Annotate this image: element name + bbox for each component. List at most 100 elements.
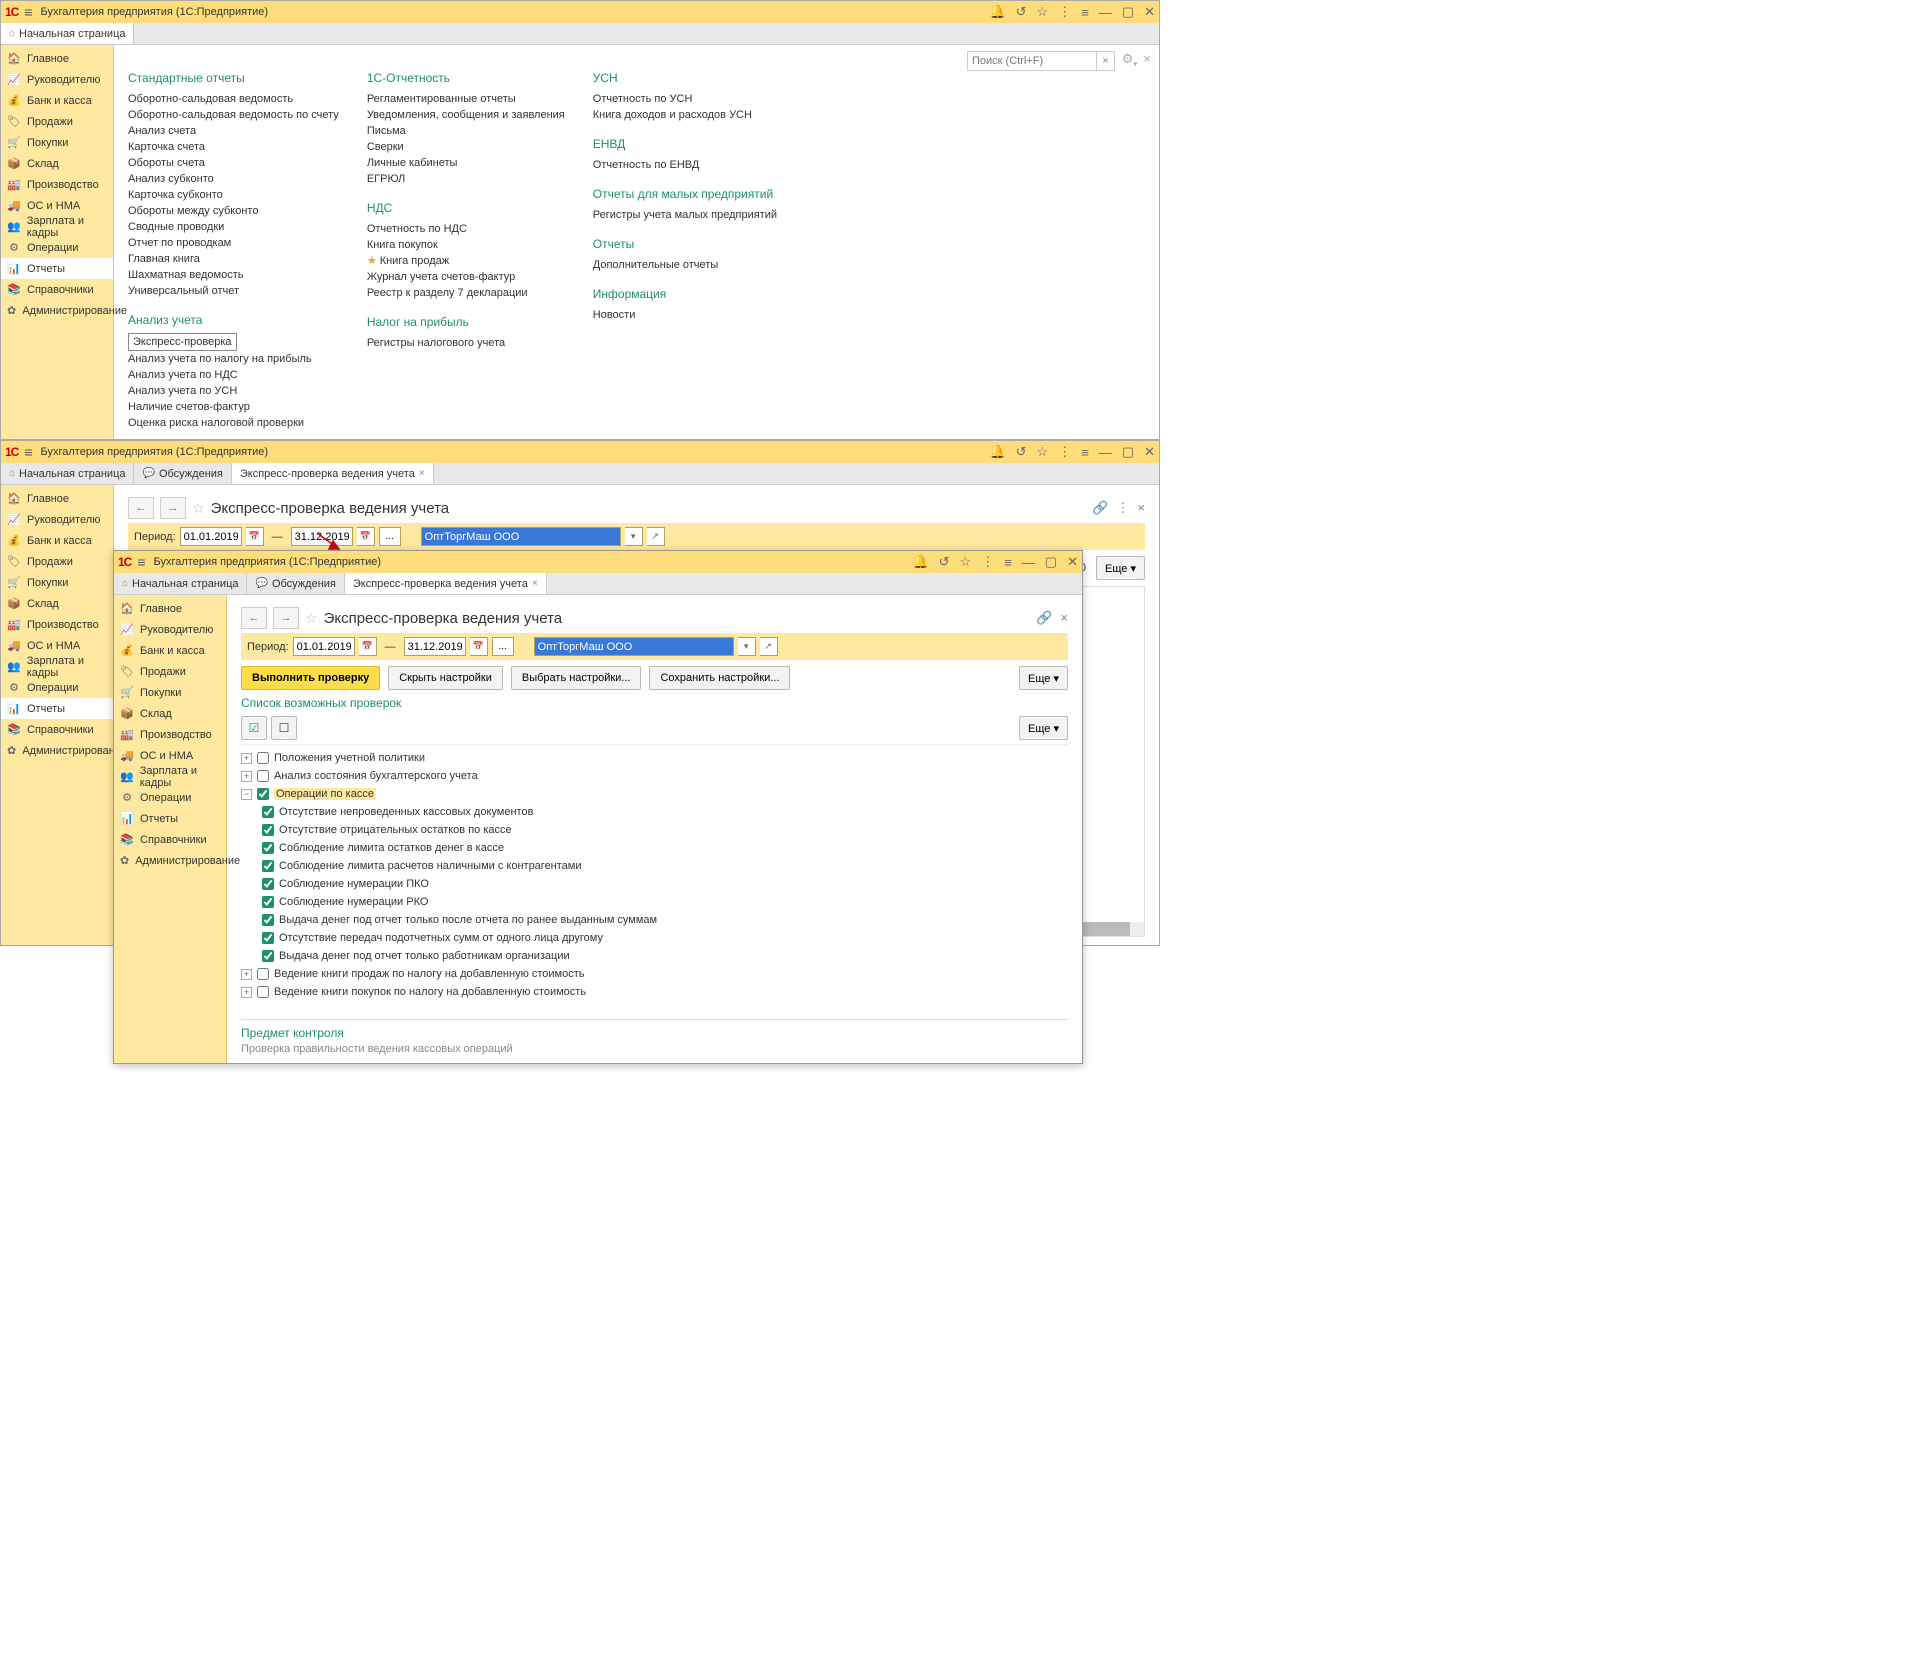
report-link[interactable]: Сверки <box>367 139 565 155</box>
sidebar-item-10[interactable]: 📊Отчеты <box>114 808 226 829</box>
check-group[interactable] <box>257 770 269 782</box>
report-link[interactable]: Обороты счета <box>128 155 339 171</box>
sidebar-item-1[interactable]: 📈Руководителю <box>1 509 113 530</box>
report-link[interactable]: Карточка субконто <box>128 187 339 203</box>
report-link[interactable]: ЕГРЮЛ <box>367 171 565 187</box>
sidebar-item-0[interactable]: 🏠Главное <box>1 488 113 509</box>
tab-discuss[interactable]: 💬 Обсуждения <box>134 463 231 484</box>
report-link[interactable]: Новости <box>593 307 777 323</box>
bell-icon[interactable]: 🔔 <box>989 4 1005 20</box>
favorite-icon[interactable]: ☆ <box>192 500 205 517</box>
nav-back-icon[interactable]: ← <box>241 607 267 629</box>
check-item[interactable] <box>262 824 274 836</box>
org-input[interactable] <box>534 637 734 656</box>
date-from-input[interactable] <box>293 637 355 656</box>
open-ref-icon[interactable]: ↗ <box>760 637 778 656</box>
expand-icon[interactable]: + <box>241 969 252 980</box>
check-all-icon[interactable]: ☑ <box>241 716 267 740</box>
favorite-icon[interactable]: ☆ <box>305 610 318 627</box>
dot-icon[interactable]: ⋮ <box>1058 4 1071 20</box>
sidebar-item-8[interactable]: 👥Зарплата и кадры <box>1 216 113 237</box>
check-item[interactable] <box>262 914 274 926</box>
sidebar-item-4[interactable]: 🛒Покупки <box>1 132 113 153</box>
sidebar-item-2[interactable]: 💰Банк и касса <box>1 90 113 111</box>
sidebar-item-1[interactable]: 📈Руководителю <box>114 619 226 640</box>
history-icon[interactable]: ↺ <box>939 554 950 570</box>
nav-fwd-icon[interactable]: → <box>160 497 186 519</box>
check-item[interactable] <box>262 896 274 908</box>
expand-icon[interactable]: + <box>241 771 252 782</box>
check-group[interactable] <box>257 752 269 764</box>
dot-icon[interactable]: ⋮ <box>1058 444 1071 460</box>
report-link[interactable]: Регламентированные отчеты <box>367 91 565 107</box>
check-group[interactable] <box>257 788 269 800</box>
hide-settings-button[interactable]: Скрыть настройки <box>388 666 503 690</box>
check-item[interactable] <box>262 878 274 890</box>
burger-icon[interactable]: ≡ <box>137 554 145 570</box>
report-link[interactable]: Карточка счета <box>128 139 339 155</box>
report-link[interactable]: Регистры учета малых предприятий <box>593 207 777 223</box>
report-link[interactable]: Главная книга <box>128 251 339 267</box>
sidebar-item-2[interactable]: 💰Банк и касса <box>1 530 113 551</box>
list-icon[interactable]: ≡ <box>1004 555 1012 570</box>
maximize-icon[interactable]: ▢ <box>1122 444 1134 460</box>
more-button[interactable]: Еще ▾ <box>1019 666 1068 690</box>
nav-back-icon[interactable]: ← <box>128 497 154 519</box>
maximize-icon[interactable]: ▢ <box>1122 4 1134 20</box>
close-icon[interactable]: ✕ <box>1144 444 1155 460</box>
report-link[interactable]: Обороты между субконто <box>128 203 339 219</box>
tab-close-icon[interactable]: × <box>532 578 538 589</box>
close-icon[interactable]: ✕ <box>1067 554 1078 570</box>
tab-discuss[interactable]: 💬 Обсуждения <box>247 573 344 594</box>
report-link[interactable]: Книга доходов и расходов УСН <box>593 107 777 123</box>
report-link[interactable]: Анализ субконто <box>128 171 339 187</box>
run-check-button[interactable]: Выполнить проверку <box>241 666 380 690</box>
report-link[interactable]: ★Книга продаж <box>367 253 565 269</box>
report-link[interactable]: Отчетность по НДС <box>367 221 565 237</box>
dropdown-icon[interactable]: ▾ <box>625 527 643 546</box>
minimize-icon[interactable]: — <box>1099 5 1112 20</box>
tab-express[interactable]: Экспресс-проверка ведения учета × <box>232 463 434 484</box>
uncheck-all-icon[interactable]: ☐ <box>271 716 297 740</box>
expand-icon[interactable]: + <box>241 987 252 998</box>
collapse-icon[interactable]: − <box>241 789 252 800</box>
search-input[interactable] <box>967 51 1097 71</box>
report-link[interactable]: Письма <box>367 123 565 139</box>
close-icon[interactable]: ✕ <box>1144 4 1155 20</box>
minimize-icon[interactable]: — <box>1099 445 1112 460</box>
sidebar-item-3[interactable]: 🏷Продажи <box>114 661 226 682</box>
report-link[interactable]: Отчетность по ЕНВД <box>593 157 777 173</box>
report-link[interactable]: Дополнительные отчеты <box>593 257 777 273</box>
express-check-link[interactable]: Экспресс-проверка <box>128 333 237 351</box>
history-icon[interactable]: ↺ <box>1016 4 1027 20</box>
sidebar-item-5[interactable]: 📦Склад <box>1 593 113 614</box>
report-link[interactable]: Анализ счета <box>128 123 339 139</box>
star-icon[interactable]: ☆ <box>1037 4 1049 20</box>
save-settings-button[interactable]: Сохранить настройки... <box>649 666 790 690</box>
sidebar-item-10[interactable]: 📊Отчеты <box>1 698 113 719</box>
check-item[interactable] <box>262 842 274 854</box>
sidebar-item-12[interactable]: ✿Администрирование <box>114 850 226 871</box>
sidebar-item-8[interactable]: 👥Зарплата и кадры <box>1 656 113 677</box>
report-link[interactable]: Уведомления, сообщения и заявления <box>367 107 565 123</box>
report-link[interactable]: Журнал учета счетов-фактур <box>367 269 565 285</box>
history-icon[interactable]: ↺ <box>1016 444 1027 460</box>
report-link[interactable]: Регистры налогового учета <box>367 335 565 351</box>
sidebar-item-6[interactable]: 🏭Производство <box>1 174 113 195</box>
sidebar-item-11[interactable]: 📚Справочники <box>1 279 113 300</box>
report-link[interactable]: Оборотно-сальдовая ведомость <box>128 91 339 107</box>
sidebar-item-0[interactable]: 🏠Главное <box>114 598 226 619</box>
burger-icon[interactable]: ≡ <box>24 444 32 460</box>
open-ref-icon[interactable]: ↗ <box>647 527 665 546</box>
sidebar-item-11[interactable]: 📚Справочники <box>114 829 226 850</box>
tab-express[interactable]: Экспресс-проверка ведения учета × <box>345 573 547 594</box>
sidebar-item-9[interactable]: ⚙Операции <box>114 787 226 808</box>
tab-home[interactable]: ⌂ Начальная страница <box>114 573 247 594</box>
star-icon[interactable]: ☆ <box>960 554 972 570</box>
sidebar-item-12[interactable]: ✿Администрирование <box>1 300 113 321</box>
sidebar-item-5[interactable]: 📦Склад <box>114 703 226 724</box>
check-item[interactable] <box>262 860 274 872</box>
sidebar-item-0[interactable]: 🏠Главное <box>1 48 113 69</box>
sidebar-item-9[interactable]: ⚙Операции <box>1 677 113 698</box>
check-item[interactable] <box>262 932 274 944</box>
